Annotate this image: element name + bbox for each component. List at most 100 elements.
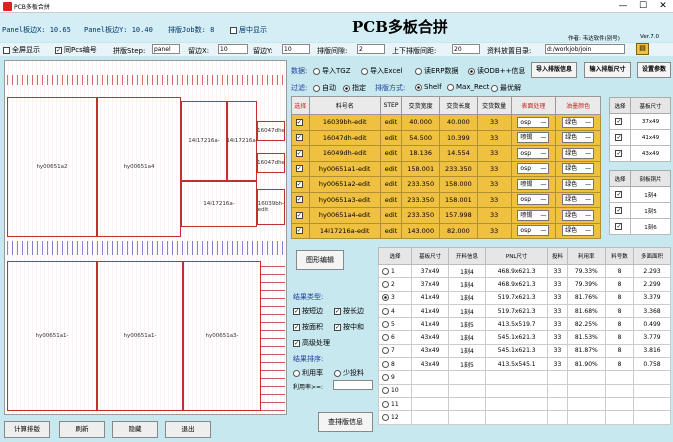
row-checkbox[interactable]: ✓: [291, 129, 310, 146]
area-option[interactable]: ✓ 按面积: [293, 322, 323, 332]
read-odb-option[interactable]: 读ODB++信息: [468, 66, 525, 76]
margin-y-input[interactable]: [282, 44, 310, 54]
row-checkbox[interactable]: ✓: [291, 160, 310, 177]
surface-select[interactable]: osp: [510, 222, 557, 239]
query-layout-button[interactable]: 查排版信息: [318, 412, 373, 432]
neutral-option[interactable]: ✓ 按中和: [334, 322, 364, 332]
result-radio[interactable]: 3: [377, 290, 413, 305]
job-row[interactable]: ✓hy00651a4-editedit233.350157.99833喷锡绿色: [291, 207, 601, 224]
rate-select[interactable]: [333, 380, 373, 390]
ink-select[interactable]: 绿色: [555, 222, 601, 239]
surface-select[interactable]: osp: [510, 145, 557, 162]
row-checkbox[interactable]: ✓: [291, 114, 310, 131]
result-radio[interactable]: 2: [377, 277, 413, 292]
job-row[interactable]: ✓16049dh-editedit18.13614.55433osp绿色: [291, 145, 601, 162]
row-checkbox[interactable]: ✓: [291, 176, 310, 193]
job-row[interactable]: ✓hy00651a2-editedit233.350158.00033喷锡绿色: [291, 176, 601, 193]
import-tgz-option[interactable]: 导入TGZ: [313, 66, 351, 76]
row-checkbox[interactable]: ✓: [291, 191, 310, 208]
dir-input[interactable]: [545, 44, 625, 54]
result-radio[interactable]: 11: [377, 396, 413, 412]
step-input[interactable]: [152, 44, 180, 54]
sort-rate-option[interactable]: 利用率: [293, 368, 323, 378]
surface-select[interactable]: 喷锡: [510, 129, 557, 146]
result-row[interactable]: 10: [377, 383, 671, 398]
step-label: 拼版Step:: [113, 47, 146, 55]
result-radio[interactable]: 6: [377, 330, 413, 345]
input-size-button[interactable]: 输入排版尺寸: [584, 62, 631, 78]
surface-select[interactable]: 喷锡: [510, 207, 557, 224]
advanced-option[interactable]: ✓ 高级处理: [293, 338, 330, 348]
row-checkbox[interactable]: ✓: [291, 207, 310, 224]
calculate-button[interactable]: 计算排版: [4, 421, 50, 438]
result-row[interactable]: 11: [377, 396, 671, 412]
surface-select[interactable]: osp: [510, 191, 557, 208]
folder-icon[interactable]: ▤: [636, 43, 649, 55]
result-row[interactable]: 3 41x49 1刻4 519.7x621.3 33 81.76% 8 3.379: [377, 290, 671, 305]
cell-size: 43x49: [411, 357, 450, 372]
result-radio[interactable]: 10: [377, 383, 413, 398]
row-checkbox[interactable]: ✓: [291, 222, 310, 239]
close-button[interactable]: ✕: [653, 0, 673, 13]
import-excel-option[interactable]: 导入Excel: [361, 66, 403, 76]
job-row[interactable]: ✓16047dh-editedit54.50010.39933喷锡绿色: [291, 129, 601, 146]
full-show-option[interactable]: 全屏显示: [3, 45, 40, 55]
result-row[interactable]: 8 43x49 1刻5 413.5x545.1 33 81.90% 8 0.758: [377, 357, 671, 372]
result-row[interactable]: 4 41x49 1刻4 519.7x621.3 33 81.68% 8 3.368: [377, 303, 671, 319]
filter-specified-option[interactable]: 指定: [343, 83, 366, 93]
result-row[interactable]: 5 41x49 1刻5 413.5x519.7 33 82.25% 8 0.499: [377, 317, 671, 332]
import-layout-button[interactable]: 导入排版信息: [531, 62, 577, 78]
ud-gap-input[interactable]: [452, 44, 480, 54]
minimize-button[interactable]: —: [613, 0, 633, 13]
gap-input[interactable]: [357, 44, 385, 54]
job-row[interactable]: ✓16039bh-editedit40.00040.00033osp绿色: [291, 114, 601, 131]
graphic-edit-button[interactable]: 图形编辑: [296, 250, 344, 270]
sort-feed-option[interactable]: 少投料: [334, 368, 364, 378]
short-edge-option[interactable]: ✓ 按短边: [293, 306, 323, 316]
panel-canvas[interactable]: hy00651a2 hy00651a4 14i17216a- 14i17216a…: [4, 60, 287, 415]
result-row[interactable]: 7 43x49 1刻4 545.1x621.3 33 81.87% 8 3.816: [377, 343, 671, 359]
result-row[interactable]: 2 37x49 1刻4 468.9x621.3 33 79.39% 8 2.299: [377, 277, 671, 292]
long-edge-option[interactable]: ✓ 按长边: [334, 306, 364, 316]
maximize-button[interactable]: ☐: [633, 0, 653, 13]
hide-button[interactable]: 隐藏: [112, 421, 158, 438]
result-radio[interactable]: 1: [377, 263, 413, 279]
cell-name: 16047dh-edit: [308, 129, 381, 146]
center-show-option[interactable]: 居中显示: [230, 25, 267, 35]
same-pcs-option[interactable]: ✓ 同Pcs编号: [55, 45, 97, 55]
row-checkbox[interactable]: ✓: [291, 145, 310, 162]
result-row[interactable]: 9: [377, 370, 671, 385]
set-params-button[interactable]: 设置参数: [637, 62, 671, 78]
center-show-checkbox[interactable]: [230, 26, 237, 34]
job-row[interactable]: ✓hy00651a1-editedit158.001233.35033osp绿色: [291, 160, 601, 177]
result-radio[interactable]: 5: [377, 317, 413, 332]
read-erp-option[interactable]: 读ERP数据: [415, 66, 459, 76]
result-radio[interactable]: 7: [377, 343, 413, 359]
result-radio[interactable]: 4: [377, 303, 413, 319]
job-row[interactable]: ✓14i17216a-editedit143.00082.00033osp绿色: [291, 222, 601, 239]
result-radio[interactable]: 9: [377, 370, 413, 385]
refresh-button[interactable]: 刷新: [59, 421, 105, 438]
surface-select[interactable]: 喷锡: [510, 176, 557, 193]
shelf-option[interactable]: Shelf: [415, 83, 442, 91]
filter-auto-option[interactable]: 自动: [313, 83, 336, 93]
result-radio[interactable]: 8: [377, 357, 413, 372]
optimal-option[interactable]: 最优解: [491, 83, 521, 93]
ink-select[interactable]: 绿色: [555, 176, 601, 193]
result-row[interactable]: 6 43x49 1刻4 545.1x621.3 33 81.53% 8 3.779: [377, 330, 671, 345]
ink-select[interactable]: 绿色: [555, 207, 601, 224]
ink-select[interactable]: 绿色: [555, 145, 601, 162]
surface-select[interactable]: osp: [510, 114, 557, 131]
ink-select[interactable]: 绿色: [555, 114, 601, 131]
ink-select[interactable]: 绿色: [555, 129, 601, 146]
margin-x-input[interactable]: [218, 44, 248, 54]
ink-select[interactable]: 绿色: [555, 160, 601, 177]
exit-button[interactable]: 退出: [165, 421, 211, 438]
surface-select[interactable]: osp: [510, 160, 557, 177]
result-row[interactable]: 12: [377, 410, 671, 425]
result-radio[interactable]: 12: [377, 410, 413, 425]
ink-select[interactable]: 绿色: [555, 191, 601, 208]
maxrect-option[interactable]: Max_Rect: [447, 83, 489, 91]
result-row[interactable]: 1 37x49 1刻4 468.9x621.3 33 79.33% 8 2.293: [377, 263, 671, 279]
job-row[interactable]: ✓hy00651a3-editedit233.350158.00133osp绿色: [291, 191, 601, 208]
